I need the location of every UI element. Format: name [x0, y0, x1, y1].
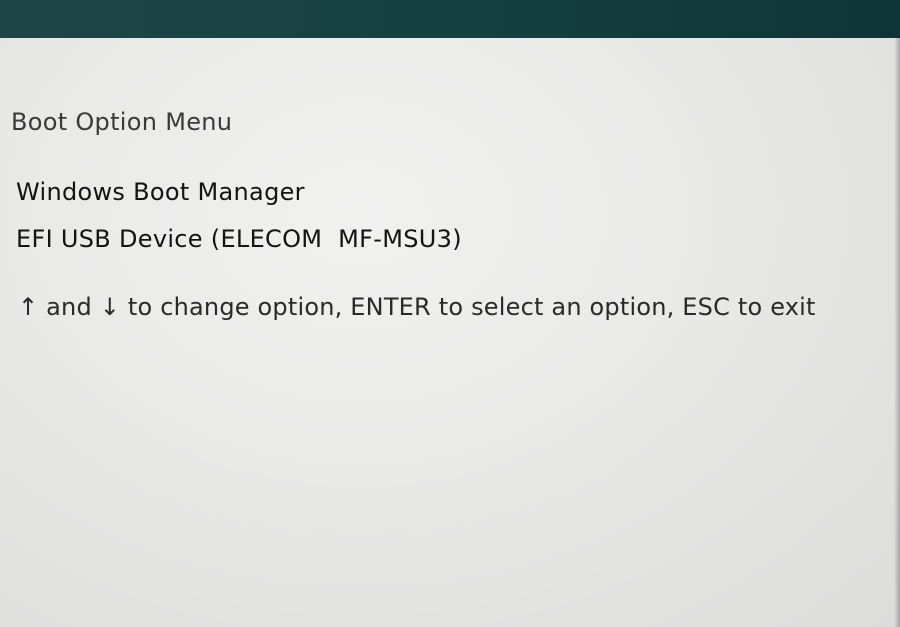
down-arrow-icon: ↓ — [99, 293, 121, 321]
screen-edge — [894, 38, 900, 627]
top-status-bar — [0, 0, 900, 38]
up-arrow-icon: ↑ — [18, 293, 39, 321]
boot-option-efi-usb-device[interactable]: EFI USB Device (ELECOM MF-MSU3) — [16, 225, 462, 253]
boot-option-windows-boot-manager[interactable]: Windows Boot Manager — [16, 178, 305, 206]
help-rest-text: to change option, ENTER to select an opt… — [120, 293, 816, 321]
help-instructions: ↑ and ↓ to change option, ENTER to selec… — [18, 293, 816, 321]
boot-menu-title: Boot Option Menu — [11, 108, 233, 136]
help-and-text: and — [38, 293, 100, 321]
